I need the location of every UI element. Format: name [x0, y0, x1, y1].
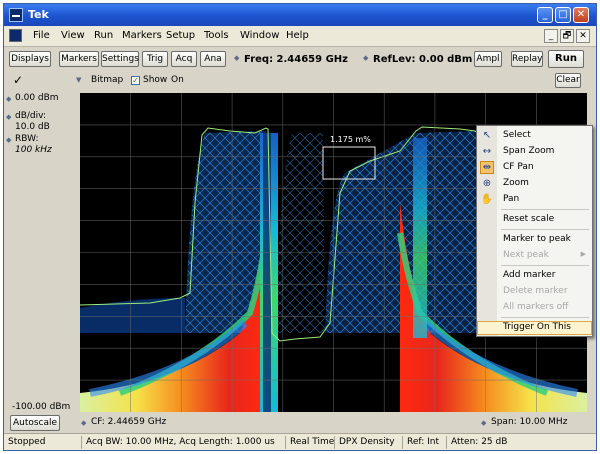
run-button[interactable]: Run	[548, 50, 584, 68]
ana-button[interactable]: Ana	[200, 51, 226, 67]
menu-tools[interactable]: Tools	[204, 30, 229, 41]
menu-add-marker[interactable]: Add marker	[477, 269, 592, 283]
menu-setup[interactable]: Setup	[166, 30, 195, 41]
on-label: On	[171, 75, 184, 85]
menu-cf-pan[interactable]: ⇹ CF Pan	[477, 161, 592, 175]
status-display: DPX Density	[334, 436, 395, 449]
menu-file[interactable]: File	[33, 30, 50, 41]
menu-span-zoom[interactable]: ↔ Span Zoom	[477, 145, 592, 159]
status-acquisition: Acq BW: 10.00 MHz, Acq Length: 1.000 us	[81, 436, 275, 449]
pointer-icon: ↖	[482, 130, 492, 141]
status-state: Stopped	[8, 437, 46, 447]
measurement-label: 1.175 m%	[330, 135, 371, 144]
frequency-readout[interactable]: Freq: 2.44659 GHz	[244, 54, 348, 65]
center-frequency[interactable]: CF: 2.44659 GHz	[91, 417, 166, 427]
menu-marker-to-peak[interactable]: Marker to peak	[477, 233, 592, 247]
bottom-level-value: -100.00 dBm	[12, 402, 71, 412]
dbdiv-value[interactable]: 10.0 dB	[15, 122, 50, 132]
document-icon[interactable]	[9, 29, 22, 42]
status-bar: Stopped Acq BW: 10.00 MHz, Acq Length: 1…	[4, 433, 596, 450]
title-bar: Tek _ □ ✕	[4, 4, 596, 26]
menu-pan[interactable]: ✋ Pan	[477, 193, 592, 207]
bottom-bar: Autoscale ◆ CF: 2.44659 GHz ◆ Span: 10.0…	[4, 413, 596, 433]
menu-view[interactable]: View	[61, 30, 85, 41]
menu-bar: File View Run Markers Setup Tools Window…	[4, 26, 596, 47]
bitmap-label[interactable]: Bitmap	[91, 75, 123, 85]
settings-button[interactable]: Settings	[101, 51, 139, 67]
cf-pan-icon: ⇹	[480, 161, 494, 174]
dbdiv-arrow-icon[interactable]: ◆	[6, 114, 13, 121]
bitmap-dropdown-icon[interactable]: ▼	[76, 77, 83, 84]
app-window: Tek _ □ ✕ File View Run Markers Setup To…	[3, 3, 597, 451]
menu-separator	[501, 265, 589, 266]
ref-level-arrow-icon[interactable]: ◆	[6, 96, 13, 103]
maximize-button[interactable]: □	[555, 7, 571, 23]
show-label: Show	[143, 75, 168, 85]
menu-separator	[501, 317, 589, 318]
reflevel-readout[interactable]: RefLev: 0.00 dBm	[373, 54, 472, 65]
status-mode: Real Time	[285, 436, 334, 449]
doc-minimize-button[interactable]: _	[544, 29, 558, 43]
span-value[interactable]: Span: 10.00 MHz	[491, 417, 567, 427]
freq-arrow-icon[interactable]: ◆	[234, 55, 241, 62]
cf-arrow-icon[interactable]: ◆	[81, 420, 88, 427]
menu-trigger-on-this[interactable]: Trigger On This	[477, 321, 592, 335]
menu-delete-marker: Delete marker	[503, 286, 568, 296]
rbw-value[interactable]: 100 kHz	[15, 145, 52, 155]
minimize-button[interactable]: _	[537, 7, 553, 23]
reflev-arrow-icon[interactable]: ◆	[363, 55, 370, 62]
submenu-arrow-icon: ▶	[580, 250, 586, 258]
menu-reset-scale[interactable]: Reset scale	[477, 213, 592, 227]
display-subbar: ✓ ▼ Bitmap ✓ Show On Clear	[4, 71, 596, 89]
autoscale-button[interactable]: Autoscale	[10, 415, 60, 431]
menu-help[interactable]: Help	[286, 30, 309, 41]
doc-restore-button[interactable]: 🗗	[560, 29, 574, 43]
menu-separator	[501, 209, 589, 210]
menu-zoom[interactable]: ⊕ Zoom	[477, 177, 592, 191]
menu-select[interactable]: ↖ Select	[477, 129, 592, 143]
doc-close-button[interactable]: ✕	[576, 29, 590, 43]
trig-button[interactable]: Trig	[142, 51, 168, 67]
menu-next-peak: Next peak ▶	[503, 250, 586, 260]
tek-logo-icon	[9, 8, 23, 22]
displays-button[interactable]: Displays	[9, 51, 51, 67]
markers-button[interactable]: Markers	[59, 51, 99, 67]
dbdiv-label: dB/div:	[15, 111, 46, 121]
menu-all-markers-off: All markers off	[503, 302, 569, 312]
toolbar: Displays Markers Settings Trig Acq Ana ◆…	[4, 47, 596, 72]
clear-button[interactable]: Clear	[555, 73, 581, 88]
hand-pan-icon: ✋	[480, 194, 494, 205]
menu-run[interactable]: Run	[94, 30, 113, 41]
status-reference: Ref: Int	[402, 436, 439, 449]
close-button[interactable]: ✕	[573, 7, 589, 23]
zoom-icon: ⊕	[482, 178, 492, 189]
menu-window[interactable]: Window	[240, 30, 279, 41]
menu-markers[interactable]: Markers	[122, 30, 162, 41]
checkmark-icon[interactable]: ✓	[13, 73, 23, 87]
ampl-button[interactable]: Ampl	[474, 51, 502, 67]
rbw-arrow-icon[interactable]: ◆	[6, 137, 13, 144]
menu-separator	[501, 229, 589, 230]
show-checkbox[interactable]: ✓	[131, 76, 140, 85]
span-arrow-icon[interactable]: ◆	[481, 420, 488, 427]
ref-level-value[interactable]: 0.00 dBm	[15, 93, 59, 103]
rbw-label: RBW:	[15, 134, 39, 144]
window-title: Tek	[28, 8, 49, 21]
span-zoom-icon: ↔	[482, 146, 492, 157]
context-menu: ↖ Select ↔ Span Zoom ⇹ CF Pan ⊕ Zoom ✋ P…	[476, 125, 593, 337]
left-scale-panel: ◆ 0.00 dBm ◆ dB/div: 10.0 dB ◆ RBW: 100 …	[4, 89, 80, 414]
acq-button[interactable]: Acq	[171, 51, 197, 67]
replay-button[interactable]: Replay	[511, 51, 543, 67]
status-attenuation: Atten: 25 dB	[446, 436, 507, 449]
